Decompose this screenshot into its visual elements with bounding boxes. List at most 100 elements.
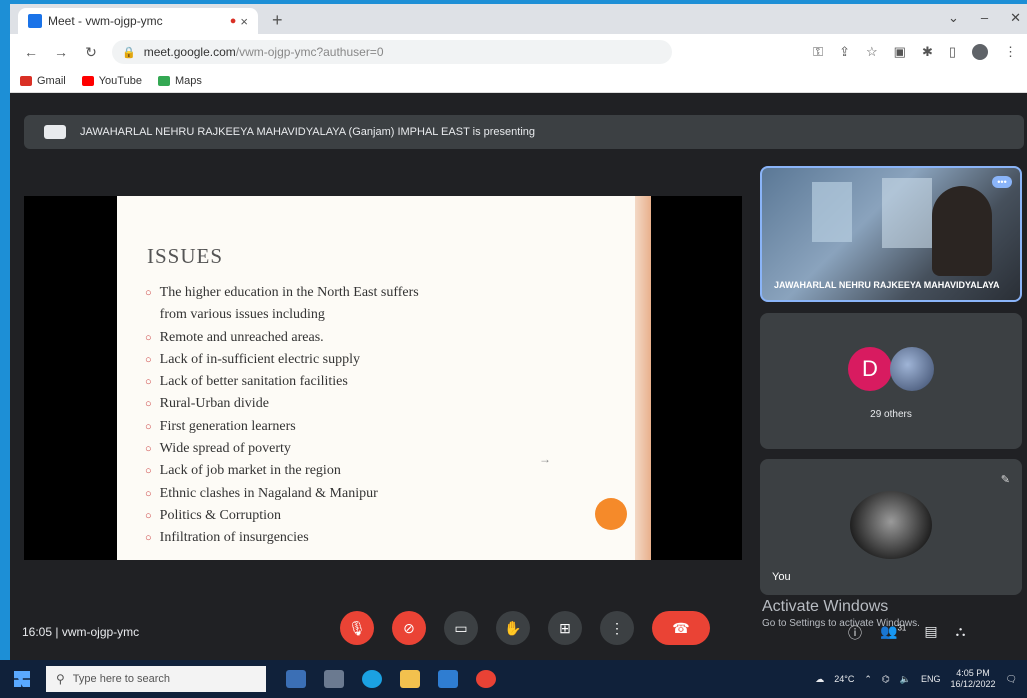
share-icon[interactable]: ⇪ [839,44,850,60]
url-host: meet.google.com [143,45,236,59]
widgets-icon[interactable] [286,670,306,688]
list-item: ○ The higher education in the North East … [145,285,419,300]
lock-icon: 🔒 [122,46,136,59]
presentation-stage[interactable]: ISSUES ○ The higher education in the Nort… [24,196,742,560]
meet-favicon-icon [28,14,42,28]
forward-icon[interactable]: → [52,44,70,60]
address-row: ← → ↻ 🔒 meet.google.com /vwm-ojgp-ymc?au… [10,34,1027,70]
more-vert-icon: ⋮ [610,620,624,636]
back-icon[interactable]: ← [22,44,40,60]
chevron-down-icon[interactable]: ⌄ [948,10,959,26]
system-tray: ☁ 24°C ⌃ ⌬ 🔈 ENG 4:05 PM 16/12/2022 🗨 [815,668,1017,690]
puzzle-icon[interactable]: ✱ [922,44,933,60]
more-button[interactable]: ⋮ [600,611,634,645]
self-label: You [772,571,791,583]
raise-hand-button[interactable]: ✋ [496,611,530,645]
bookmark-maps[interactable]: Maps [157,75,202,87]
bullet-icon: ○ [145,287,152,299]
bookmarks-bar: Gmail YouTube Maps [10,70,1027,93]
close-tab-icon[interactable]: × [240,14,248,29]
key-icon[interactable]: ⚿ [813,44,823,60]
others-tile[interactable]: D 29 others [760,313,1022,449]
browser-toolbar: ⚿ ⇪ ☆ ▣ ✱ ▯ ⋮ [813,44,1017,60]
star-icon[interactable]: ☆ [866,44,878,60]
list-item: ○ Rural-Urban divide [145,396,269,412]
captions-button[interactable]: ▭ [444,611,478,645]
taskbar-search[interactable]: ⚲ Type here to search [46,666,266,692]
captions-icon: ▭ [454,620,468,636]
info-icon[interactable]: ⓘ [848,623,862,643]
phone-hangup-icon: ☎ [672,620,690,636]
window-decoration [882,178,932,248]
tab-meet[interactable]: Meet - vwm-ojgp-ymc ● × [18,8,258,34]
bullet-icon: ○ [145,443,152,456]
windows-start-icon[interactable] [14,671,30,687]
mail-icon[interactable] [438,670,458,688]
more-options-icon[interactable]: ••• [992,176,1012,188]
arrow-right-icon: → [539,452,551,466]
notification-icon[interactable]: 🗨 [1006,674,1017,685]
new-tab-icon[interactable]: + [272,10,283,31]
orange-dot-decoration [595,498,627,530]
network-icon[interactable]: ⌬ [882,674,890,685]
chevron-up-icon[interactable]: ⌃ [864,674,872,685]
bookmark-youtube[interactable]: YouTube [81,75,142,87]
search-icon: ⚲ [56,672,65,686]
language-indicator[interactable]: ENG [921,674,941,684]
avatar: D [848,347,892,391]
close-window-icon[interactable]: ✕ [1010,10,1021,26]
camera-off-button[interactable]: ⊘ [392,611,426,645]
record-dot-icon: ● [229,15,237,27]
profile-avatar[interactable] [972,44,988,60]
list-item: ○ Lack of in-sufficient electric supply [145,351,360,367]
taskbar-clock[interactable]: 4:05 PM 16/12/2022 [951,668,996,690]
maps-icon [157,76,170,86]
others-count: 29 others [870,409,912,420]
search-placeholder: Type here to search [72,673,171,685]
present-button[interactable]: ⊞ [548,611,582,645]
task-view-icon[interactable] [324,670,344,688]
volume-icon[interactable]: 🔈 [900,674,911,685]
end-call-button[interactable]: ☎ [652,611,710,645]
sidepanel-icon[interactable]: ▯ [949,44,956,60]
mic-off-button[interactable]: 🎙 [340,611,374,645]
pin-icon[interactable]: ✎ [1001,473,1010,486]
taskbar-apps [286,670,496,688]
bullet-icon: ○ [145,420,152,433]
presenting-text: JAWAHARLAL NEHRU RAJKEEYA MAHAVIDYALAYA … [80,126,536,138]
minimize-icon[interactable]: – [981,10,988,26]
hand-icon: ✋ [504,620,522,636]
present-icon: ⊞ [559,620,571,636]
slide: ISSUES ○ The higher education in the Nort… [117,196,651,560]
menu-dots-icon[interactable]: ⋮ [1004,44,1017,60]
camera-off-icon: ⊘ [403,620,415,636]
slide-edge-decoration [635,196,651,560]
list-item: ○ Politics & Corruption [145,507,281,523]
tab-strip: Meet - vwm-ojgp-ymc ● × + ⌄ – ✕ [10,4,1027,34]
self-tile[interactable]: ✎ You [760,459,1022,595]
bookmark-gmail[interactable]: Gmail [20,75,66,87]
bullet-icon: ○ [145,331,152,344]
bullet-icon: ○ [145,398,152,411]
list-item: ○ Lack of better sanitation facilities [145,374,348,390]
extension-icon[interactable]: ▣ [894,44,906,60]
people-icon[interactable]: 👥31 [880,623,906,643]
gmail-icon [20,76,32,86]
bullet-icon: ○ [145,465,152,478]
list-item: ○ Wide spread of poverty [145,441,291,457]
presenter-tile[interactable]: ••• JAWAHARLAL NEHRU RAJKEEYA MAHAVIDYAL… [760,166,1022,302]
chrome-icon[interactable] [476,670,496,688]
weather-icon[interactable]: ☁ [815,674,824,685]
slide-title: ISSUES [147,244,224,268]
activities-icon[interactable]: ⛬ [956,623,966,643]
youtube-icon [81,76,94,86]
address-bar[interactable]: 🔒 meet.google.com /vwm-ojgp-ymc?authuser… [112,40,672,64]
edge-icon[interactable] [362,670,382,688]
side-controls: ⓘ 👥31 ▤ ⛬ [848,623,965,643]
meeting-code[interactable]: vwm-ojgp-ymc [62,625,139,639]
presenting-banner: JAWAHARLAL NEHRU RAJKEEYA MAHAVIDYALAYA … [24,115,1024,149]
file-explorer-icon[interactable] [400,670,420,688]
chat-icon[interactable]: ▤ [924,623,937,643]
reload-icon[interactable]: ↻ [82,44,100,61]
bullet-icon: ○ [145,353,152,366]
